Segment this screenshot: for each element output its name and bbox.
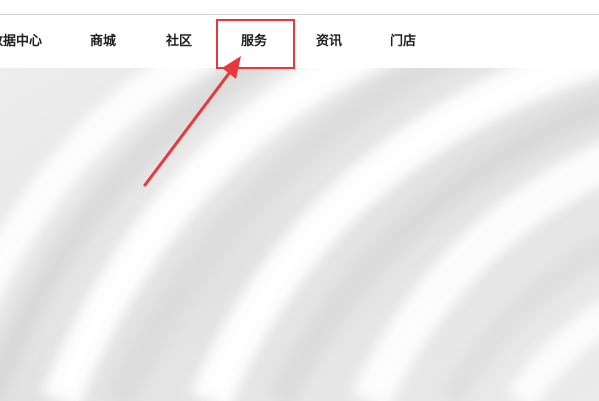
nav-item-service[interactable]: 服务	[241, 15, 267, 68]
hero-banner	[0, 68, 599, 401]
nav-item-news[interactable]: 资讯	[316, 15, 342, 68]
nav-item-store[interactable]: 门店	[390, 15, 416, 68]
nav-item-mall[interactable]: 商城	[90, 15, 116, 68]
nav-item-data-center[interactable]: 数据中心	[0, 15, 42, 68]
nav-item-community[interactable]: 社区	[166, 15, 192, 68]
top-strip	[0, 0, 599, 15]
page: 数据中心 商城 社区 服务 资讯 门店	[0, 0, 599, 401]
hero-background-image	[0, 68, 599, 401]
main-nav: 数据中心 商城 社区 服务 资讯 门店	[0, 15, 599, 68]
